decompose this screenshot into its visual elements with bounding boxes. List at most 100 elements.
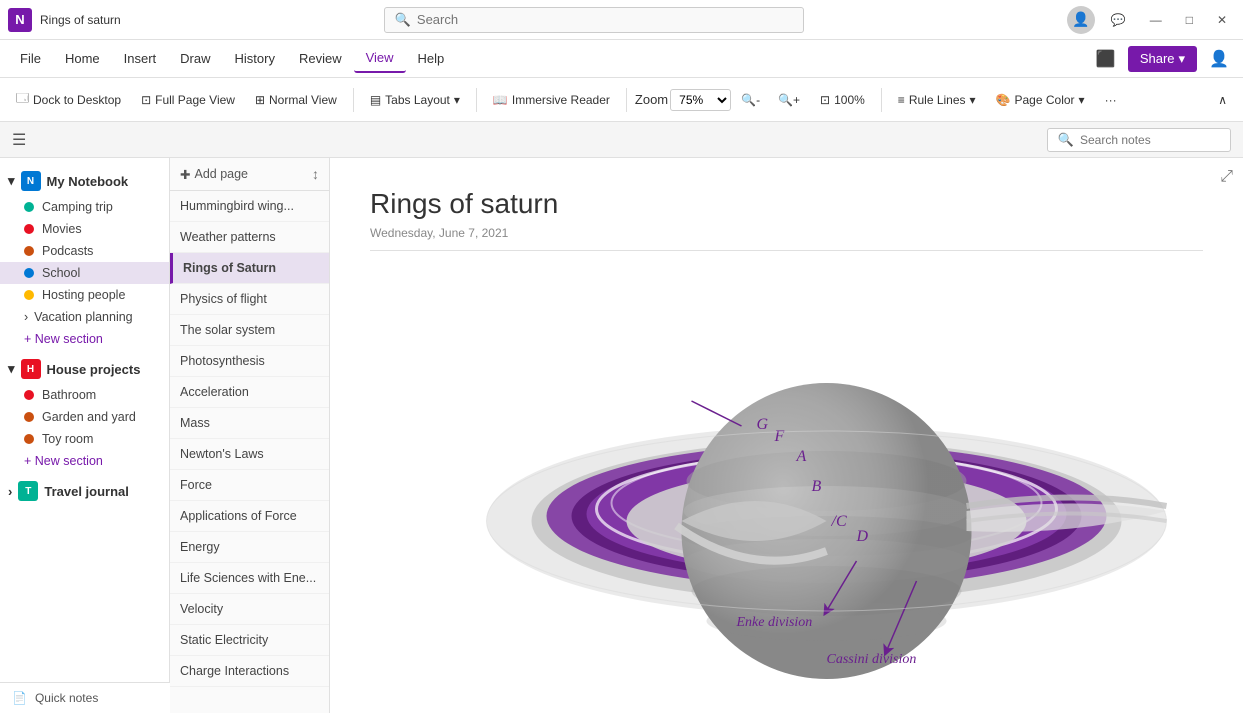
rule-lines-button[interactable]: ≡ Rule Lines ▾ — [890, 89, 984, 111]
new-section-my-notebook[interactable]: + New section — [0, 328, 169, 350]
maximize-button[interactable]: □ — [1178, 9, 1201, 31]
title-search-input[interactable] — [417, 12, 793, 27]
page-color-icon: 🎨 — [996, 93, 1011, 107]
podcasts-dot — [24, 246, 34, 256]
rule-lines-chevron-icon: ▾ — [970, 93, 976, 107]
page-newtons[interactable]: Newton's Laws — [170, 439, 329, 470]
zoom-100-icon: ⊡ — [820, 93, 830, 107]
school-dot — [24, 268, 34, 278]
menu-draw[interactable]: Draw — [168, 45, 222, 72]
menu-view[interactable]: View — [354, 44, 406, 73]
menu-review[interactable]: Review — [287, 45, 354, 72]
full-page-view-button[interactable]: ⊡ Full Page View — [133, 89, 243, 111]
my-notebook-section: ▾ N My Notebook Camping trip Movies Podc… — [0, 166, 169, 350]
close-button[interactable]: ✕ — [1209, 9, 1235, 31]
minimize-button[interactable]: — — [1142, 9, 1170, 31]
search-notes-input[interactable] — [1080, 133, 1220, 147]
new-section-house[interactable]: + New section — [0, 450, 169, 472]
zoom-out-button[interactable]: 🔍- — [733, 89, 768, 111]
share-button[interactable]: Share ▾ — [1128, 46, 1197, 72]
zoom-100-button[interactable]: ⊡ 100% — [812, 89, 873, 111]
quick-notes-item[interactable]: 📄 Quick notes — [0, 682, 170, 713]
page-weather[interactable]: Weather patterns — [170, 222, 329, 253]
dock-to-desktop-button[interactable]: 🗔 Dock to Desktop — [8, 85, 129, 114]
zoom-in-button[interactable]: 🔍+ — [770, 89, 808, 111]
svg-text:B: B — [812, 478, 822, 495]
add-page-button[interactable]: ✚ Add page — [180, 167, 248, 182]
sidebar-item-hosting[interactable]: Hosting people — [0, 284, 169, 306]
my-notebook-header[interactable]: ▾ N My Notebook — [0, 166, 169, 196]
page-photosynthesis[interactable]: Photosynthesis — [170, 346, 329, 377]
tabs-label: Tabs Layout — [385, 93, 450, 107]
sidebar-item-vacation[interactable]: › Vacation planning — [0, 306, 169, 328]
page-color-label: Page Color — [1015, 93, 1075, 107]
more-button[interactable]: ··· — [1097, 89, 1125, 111]
sidebar-item-school[interactable]: School — [0, 262, 169, 284]
title-search-box[interactable]: 🔍 — [384, 7, 804, 33]
add-page-label: Add page — [194, 167, 248, 181]
avatar[interactable]: 👤 — [1067, 6, 1095, 34]
zoom-group: Zoom 75% 100% 125% 150% 🔍- 🔍+ — [635, 89, 808, 111]
sidebar-item-bathroom[interactable]: Bathroom — [0, 384, 169, 406]
sidebar-toggle-icon[interactable]: ⬛ — [1090, 45, 1122, 73]
page-hummingbird[interactable]: Hummingbird wing... — [170, 191, 329, 222]
sidebar-item-toyroom[interactable]: Toy room — [0, 428, 169, 450]
page-physics[interactable]: Physics of flight — [170, 284, 329, 315]
garden-label: Garden and yard — [42, 410, 136, 424]
zoom-100-label: 100% — [834, 93, 865, 107]
sidebar-item-podcasts[interactable]: Podcasts — [0, 240, 169, 262]
page-charge[interactable]: Charge Interactions — [170, 656, 329, 687]
page-acceleration[interactable]: Acceleration — [170, 377, 329, 408]
toyroom-dot — [24, 434, 34, 444]
zoom-select[interactable]: 75% 100% 125% 150% — [670, 89, 731, 111]
sidebar-item-garden[interactable]: Garden and yard — [0, 406, 169, 428]
menu-help[interactable]: Help — [406, 45, 457, 72]
sort-button[interactable]: ↕ — [312, 166, 319, 182]
page-force[interactable]: Force — [170, 470, 329, 501]
page-mass[interactable]: Mass — [170, 408, 329, 439]
toyroom-label: Toy room — [42, 432, 93, 446]
menu-file[interactable]: File — [8, 45, 53, 72]
search-notes-box[interactable]: 🔍 — [1047, 128, 1231, 152]
expand-button[interactable]: ⤢ — [1220, 168, 1233, 186]
house-projects-header[interactable]: ▾ H House projects — [0, 354, 169, 384]
travel-journal-header[interactable]: › T Travel journal — [0, 476, 169, 506]
hamburger-icon[interactable]: ☰ — [12, 130, 26, 150]
search-icon: 🔍 — [395, 12, 411, 28]
garden-dot — [24, 412, 34, 422]
normal-view-button[interactable]: ⊞ Normal View — [247, 89, 345, 111]
page-solar[interactable]: The solar system — [170, 315, 329, 346]
main-container: ▾ N My Notebook Camping trip Movies Podc… — [0, 158, 1243, 713]
quick-notes-label: Quick notes — [35, 691, 98, 705]
page-lifesciences[interactable]: Life Sciences with Ene... — [170, 563, 329, 594]
sidebar-item-camping[interactable]: Camping trip — [0, 196, 169, 218]
tabs-layout-button[interactable]: ▤ Tabs Layout ▾ — [362, 89, 468, 111]
onenote-logo: N — [8, 8, 32, 32]
separator-1 — [353, 88, 354, 112]
svg-text:D: D — [856, 528, 869, 545]
menu-home[interactable]: Home — [53, 45, 112, 72]
menu-insert[interactable]: Insert — [112, 45, 169, 72]
separator-4 — [881, 88, 882, 112]
sidebar-item-movies[interactable]: Movies — [0, 218, 169, 240]
chevron-right-icon-travel: › — [8, 484, 12, 499]
collapse-toolbar-button[interactable]: ∧ — [1210, 89, 1235, 111]
page-static[interactable]: Static Electricity — [170, 625, 329, 656]
person-icon[interactable]: 👤 — [1203, 45, 1235, 73]
page-energy[interactable]: Energy — [170, 532, 329, 563]
full-page-icon: ⊡ — [141, 93, 151, 107]
search-notes-bar: ☰ 🔍 — [0, 122, 1243, 158]
normal-view-icon: ⊞ — [255, 93, 265, 107]
immersive-reader-button[interactable]: 📖 Immersive Reader — [485, 89, 618, 111]
svg-text:Cassini division: Cassini division — [827, 652, 917, 667]
page-velocity[interactable]: Velocity — [170, 594, 329, 625]
tabs-icon: ▤ — [370, 93, 381, 107]
menu-history[interactable]: History — [223, 45, 287, 72]
page-color-button[interactable]: 🎨 Page Color ▾ — [988, 89, 1093, 111]
feedback-icon[interactable]: 💬 — [1103, 9, 1134, 31]
page-rings[interactable]: Rings of Saturn — [170, 253, 329, 284]
chevron-right-icon: › — [24, 310, 28, 324]
movies-label: Movies — [42, 222, 82, 236]
page-color-chevron-icon: ▾ — [1079, 93, 1085, 107]
page-applications[interactable]: Applications of Force — [170, 501, 329, 532]
